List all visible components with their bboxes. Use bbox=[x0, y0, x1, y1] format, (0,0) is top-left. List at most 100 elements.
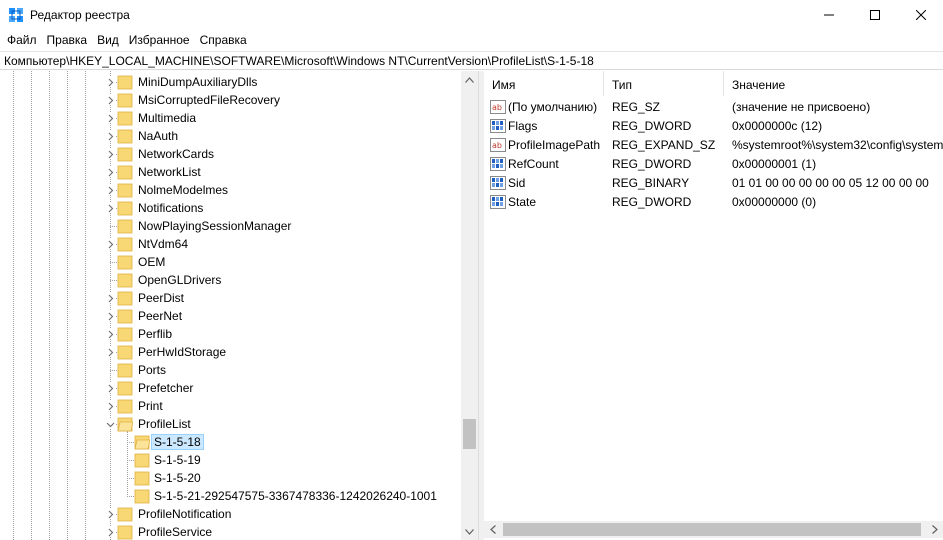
folder-icon bbox=[117, 219, 133, 234]
expand-toggle[interactable] bbox=[105, 383, 115, 393]
column-header-data[interactable]: Значение bbox=[724, 71, 943, 96]
expand-toggle[interactable] bbox=[105, 185, 115, 195]
tree-item[interactable]: NowPlayingSessionManager bbox=[0, 217, 460, 235]
tree-item-label: NaAuth bbox=[138, 129, 179, 143]
folder-icon bbox=[117, 75, 133, 90]
tree-item[interactable]: MiniDumpAuxiliaryDlls bbox=[0, 73, 460, 91]
chevron-right-icon bbox=[108, 204, 113, 212]
tree-connector bbox=[110, 280, 117, 281]
tree-item[interactable]: Print bbox=[0, 397, 460, 415]
value-row[interactable]: Sid REG_BINARY 01 01 00 00 00 00 00 05 12 … bbox=[484, 173, 943, 192]
tree-item-label: Ports bbox=[138, 363, 167, 377]
tree-item[interactable]: ProfileList bbox=[0, 415, 460, 433]
value-row[interactable]: State REG_DWORD 0x00000000 (0) bbox=[484, 192, 943, 211]
maximize-button[interactable] bbox=[852, 0, 898, 30]
tree-scrollbar[interactable] bbox=[461, 71, 478, 540]
address-path[interactable]: Компьютер\HKEY_LOCAL_MACHINE\SOFTWARE\Mi… bbox=[4, 54, 594, 68]
tree-item[interactable]: Prefetcher bbox=[0, 379, 460, 397]
scroll-thumb[interactable] bbox=[463, 419, 476, 449]
tree-item[interactable]: Perflib bbox=[0, 325, 460, 343]
tree-item[interactable]: PeerDist bbox=[0, 289, 460, 307]
value-data: (значение не присвоено) bbox=[732, 100, 871, 114]
tree-item[interactable]: ProfileNotification bbox=[0, 505, 460, 523]
tree-item[interactable]: NolmeModelmes bbox=[0, 181, 460, 199]
tree-item[interactable]: Ports bbox=[0, 361, 460, 379]
value-data: 0x0000000c (12) bbox=[732, 119, 823, 133]
folder-icon bbox=[134, 471, 150, 486]
chevron-right-icon bbox=[108, 114, 113, 122]
address-bar[interactable]: Компьютер\HKEY_LOCAL_MACHINE\SOFTWARE\Mi… bbox=[0, 51, 943, 70]
chevron-right-icon bbox=[108, 348, 113, 356]
title-bar[interactable]: Редактор реестра bbox=[0, 0, 943, 30]
hscroll-thumb[interactable] bbox=[503, 523, 921, 536]
values-scrollbar[interactable] bbox=[484, 521, 943, 538]
tree-item-label: S-1-5-19 bbox=[154, 453, 201, 467]
expand-toggle[interactable] bbox=[105, 203, 115, 213]
tree-item[interactable]: ProfileService bbox=[0, 523, 460, 540]
values-list[interactable]: Имя Тип Значение ab (По умолчанию) REG_SZ (… bbox=[484, 71, 943, 540]
scroll-down-button[interactable] bbox=[461, 523, 478, 540]
expand-toggle[interactable] bbox=[105, 77, 115, 87]
expand-toggle[interactable] bbox=[105, 167, 115, 177]
tree-item[interactable]: PerHwIdStorage bbox=[0, 343, 460, 361]
tree-item[interactable]: NetworkCards bbox=[0, 145, 460, 163]
expand-toggle[interactable] bbox=[105, 329, 115, 339]
value-row[interactable]: Flags REG_DWORD 0x0000000c (12) bbox=[484, 116, 943, 135]
expand-toggle[interactable] bbox=[105, 149, 115, 159]
menu-help[interactable]: Справка bbox=[195, 30, 252, 50]
scroll-right-button[interactable] bbox=[926, 521, 943, 538]
tree-item[interactable]: NetworkList bbox=[0, 163, 460, 181]
key-tree[interactable]: MiniDumpAuxiliaryDlls MsiCorruptedFileRec… bbox=[0, 71, 479, 540]
tree-item[interactable]: Notifications bbox=[0, 199, 460, 217]
menu-favorites[interactable]: Избранное bbox=[124, 30, 195, 50]
column-header-name[interactable]: Имя bbox=[484, 71, 604, 96]
tree-connector bbox=[110, 262, 117, 263]
binary-value-icon bbox=[490, 119, 506, 133]
folder-icon bbox=[117, 93, 133, 108]
tree-item[interactable]: S-1-5-19 bbox=[0, 451, 460, 469]
expand-toggle[interactable] bbox=[105, 293, 115, 303]
tree-item[interactable]: OpenGLDrivers bbox=[0, 271, 460, 289]
tree-item[interactable]: NaAuth bbox=[0, 127, 460, 145]
tree-item-label: Notifications bbox=[138, 201, 204, 215]
expand-toggle[interactable] bbox=[105, 131, 115, 141]
menu-file[interactable]: Файл bbox=[2, 30, 42, 50]
chevron-down-icon bbox=[465, 528, 474, 535]
menu-edit[interactable]: Правка bbox=[42, 30, 93, 50]
tree-item[interactable]: S-1-5-20 bbox=[0, 469, 460, 487]
column-header-type[interactable]: Тип bbox=[604, 71, 724, 96]
value-row[interactable]: ab ProfileImagePath REG_EXPAND_SZ %systemro… bbox=[484, 135, 943, 154]
close-button[interactable] bbox=[898, 0, 943, 30]
tree-item-label: ProfileList bbox=[138, 417, 191, 431]
tree-item[interactable]: S-1-5-21-292547575-3367478336-1242026240… bbox=[0, 487, 460, 505]
value-row[interactable]: ab (По умолчанию) REG_SZ (значение не присв… bbox=[484, 97, 943, 116]
menu-view[interactable]: Вид bbox=[92, 30, 124, 50]
svg-text:ab: ab bbox=[492, 141, 502, 150]
tree-item[interactable]: NtVdm64 bbox=[0, 235, 460, 253]
tree-item[interactable]: OEM bbox=[0, 253, 460, 271]
expand-toggle[interactable] bbox=[105, 113, 115, 123]
collapse-toggle[interactable] bbox=[105, 419, 115, 429]
scroll-left-button[interactable] bbox=[484, 521, 501, 538]
tree-item[interactable]: PeerNet bbox=[0, 307, 460, 325]
expand-toggle[interactable] bbox=[105, 239, 115, 249]
folder-icon bbox=[117, 327, 133, 342]
tree-item[interactable]: Multimedia bbox=[0, 109, 460, 127]
expand-toggle[interactable] bbox=[105, 347, 115, 357]
minimize-button[interactable] bbox=[806, 0, 852, 30]
tree-item[interactable]: S-1-5-18 bbox=[0, 433, 460, 451]
folder-icon bbox=[117, 363, 133, 378]
expand-toggle[interactable] bbox=[105, 527, 115, 537]
chevron-right-icon bbox=[108, 510, 113, 518]
scroll-up-button[interactable] bbox=[461, 71, 478, 88]
expand-toggle[interactable] bbox=[105, 95, 115, 105]
expand-toggle[interactable] bbox=[105, 401, 115, 411]
folder-icon bbox=[134, 489, 150, 504]
chevron-left-icon bbox=[489, 525, 496, 534]
chevron-right-icon bbox=[108, 150, 113, 158]
expand-toggle[interactable] bbox=[105, 509, 115, 519]
value-row[interactable]: RefCount REG_DWORD 0x00000001 (1) bbox=[484, 154, 943, 173]
expand-toggle[interactable] bbox=[105, 311, 115, 321]
chevron-right-icon bbox=[108, 330, 113, 338]
tree-item[interactable]: MsiCorruptedFileRecovery bbox=[0, 91, 460, 109]
